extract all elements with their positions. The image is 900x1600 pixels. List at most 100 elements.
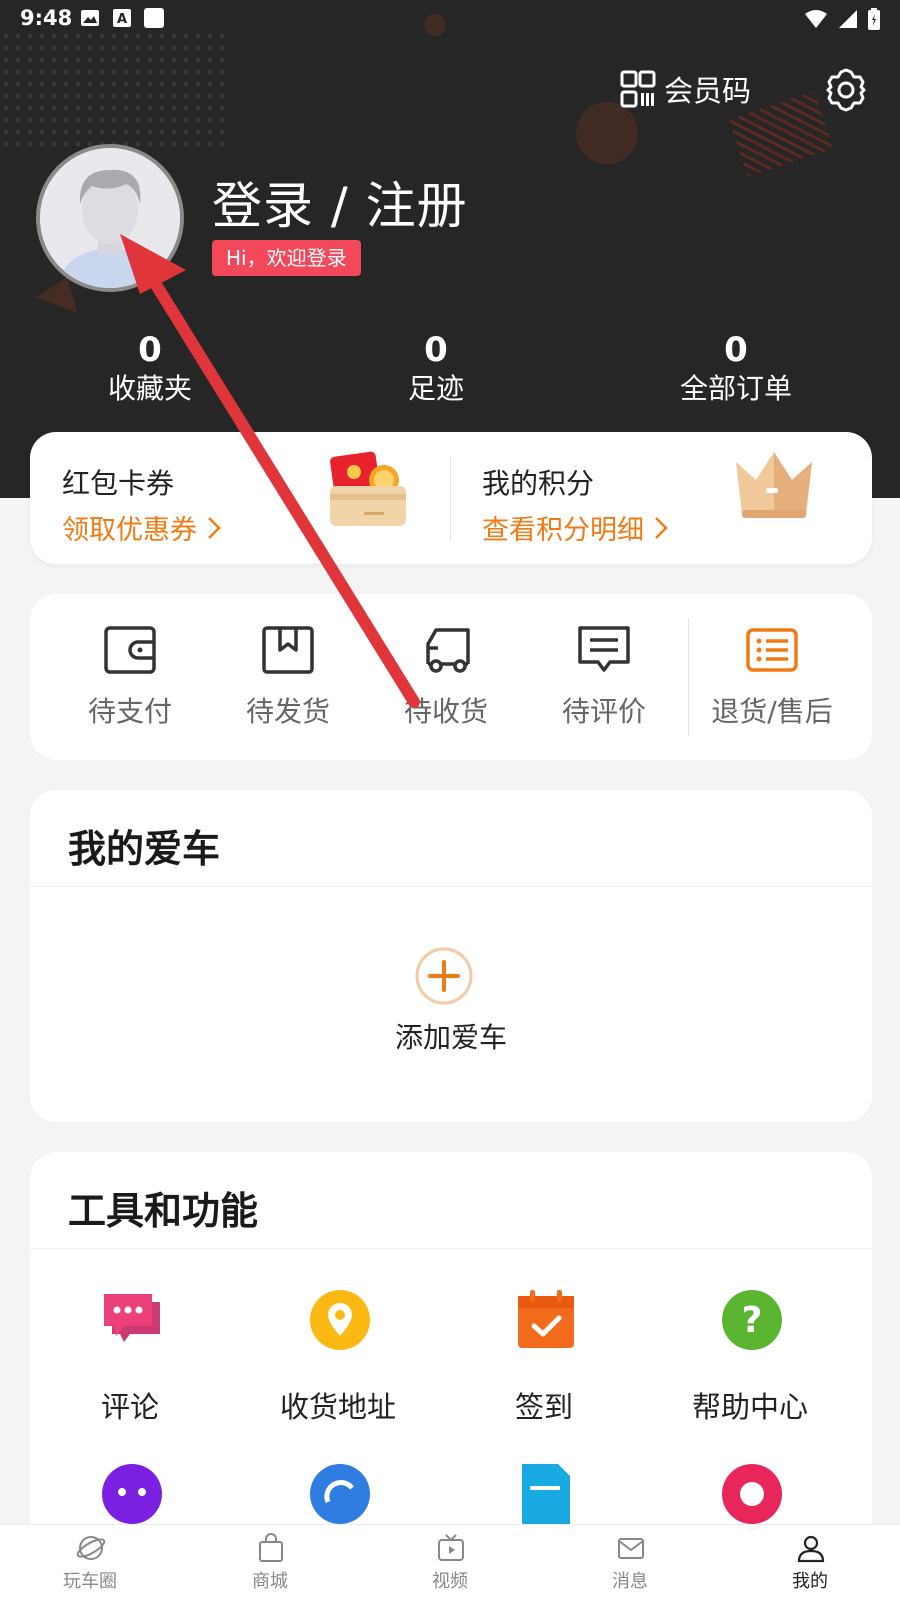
add-car-label[interactable]: 添加爱车 (30, 1016, 872, 1056)
tab-mall[interactable]: 商城 (210, 1525, 330, 1600)
coupons-entry[interactable]: 红包卡券 领取优惠券 (30, 432, 450, 564)
orders-card: 待支付 待发货 待收货 待评价 退货/售后 (30, 594, 872, 760)
member-code-button[interactable]: 会员码 (620, 68, 751, 110)
tab-messages[interactable]: 消息 (570, 1525, 690, 1600)
orders-divider (688, 618, 689, 736)
status-time: 9:48 (20, 6, 73, 30)
points-link-label: 查看积分明细 (482, 515, 644, 546)
system-status-icons (804, 8, 880, 30)
section-divider (30, 886, 872, 887)
tab-label: 消息 (612, 1571, 648, 1592)
tab-video[interactable]: 视频 (390, 1525, 510, 1600)
location-icon (310, 1290, 370, 1350)
wallet-icon (104, 626, 156, 674)
chevron-right-icon (208, 516, 221, 539)
list-icon (746, 628, 798, 672)
truck-icon (426, 628, 470, 673)
tool-label: 签到 (514, 1390, 573, 1424)
speedometer-icon[interactable] (308, 1462, 372, 1526)
tab-label: 我的 (792, 1571, 828, 1592)
bottom-tab-bar: 玩车圈 商城 视频 消息 我的 (0, 1524, 900, 1600)
image-notification-icon (80, 8, 100, 28)
chat-icon (104, 1294, 160, 1342)
svg-text:A: A (117, 12, 127, 27)
add-car-plus-icon[interactable] (414, 946, 474, 1006)
tab-label: 商城 (252, 1571, 288, 1592)
battery-icon (868, 8, 880, 30)
section-divider (30, 1248, 872, 1249)
stat-value: 0 (724, 330, 748, 370)
order-returns-after-sales[interactable]: 退货/售后 (692, 594, 852, 760)
aperture-icon[interactable] (720, 1462, 784, 1526)
wallet-card: 红包卡券 领取优惠券 我的积分 查看积分明细 (30, 432, 872, 564)
member-code-label: 会员码 (664, 74, 752, 108)
person-icon (797, 1535, 825, 1563)
tool-help-center[interactable]: ? 帮助中心 (650, 1288, 850, 1428)
order-label: 待评价 (561, 695, 646, 728)
default-avatar-image (40, 148, 180, 288)
welcome-badge: Hi，欢迎登录 (212, 240, 361, 276)
points-title: 我的积分 (482, 467, 595, 500)
stats-row: 0 收藏夹 0 足迹 0 全部订单 (0, 330, 900, 410)
stat-value: 0 (424, 330, 448, 370)
qr-code-icon (620, 70, 656, 108)
login-register-title[interactable]: 登录 / 注册 (212, 166, 468, 238)
tab-label: 玩车圈 (63, 1571, 117, 1592)
stat-label: 全部订单 (679, 372, 792, 405)
chevron-right-icon (655, 516, 668, 539)
stat-value: 0 (138, 330, 162, 370)
stat-footprints[interactable]: 0 足迹 (346, 330, 526, 408)
coupons-link[interactable]: 领取优惠券 (62, 508, 221, 547)
notification-icons: A (80, 8, 164, 28)
shopping-bag-icon (259, 1533, 283, 1562)
signal-icon (839, 10, 857, 28)
tool-label: 收货地址 (279, 1390, 396, 1424)
order-pending-review[interactable]: 待评价 (524, 594, 684, 760)
tool-label: 评论 (100, 1390, 159, 1424)
status-bar: 9:48 A (0, 0, 900, 36)
tv-icon (438, 1534, 464, 1561)
robot-icon[interactable] (100, 1462, 164, 1526)
coupons-title: 红包卡券 (62, 467, 175, 500)
tools-title: 工具和功能 (68, 1189, 259, 1233)
avatar[interactable] (36, 144, 184, 292)
header-decoration-dots (0, 30, 230, 150)
planet-icon (76, 1536, 106, 1560)
help-icon: ? (722, 1290, 782, 1350)
stat-label: 收藏夹 (107, 372, 192, 405)
order-label: 待支付 (87, 695, 172, 728)
stat-all-orders[interactable]: 0 全部订单 (646, 330, 826, 408)
svg-text:?: ? (742, 1300, 763, 1341)
red-envelope-coupon-icon (330, 451, 406, 526)
order-label: 退货/售后 (711, 695, 833, 728)
crown-points-icon (736, 452, 812, 518)
document-icon[interactable] (514, 1462, 578, 1526)
coupons-link-label: 领取优惠券 (62, 515, 197, 546)
order-pending-shipment[interactable]: 待发货 (208, 594, 368, 760)
tab-label: 视频 (432, 1571, 468, 1592)
stat-favorites[interactable]: 0 收藏夹 (60, 330, 240, 408)
stat-label: 足迹 (407, 372, 464, 405)
tool-label: 帮助中心 (691, 1390, 808, 1424)
points-link[interactable]: 查看积分明细 (482, 508, 668, 547)
tool-comments[interactable]: 评论 (30, 1288, 230, 1428)
comment-icon (578, 626, 630, 672)
app-notification-icon (144, 8, 164, 28)
tool-check-in[interactable]: 签到 (444, 1288, 644, 1428)
settings-button[interactable] (822, 66, 870, 114)
header-decoration-circle (576, 102, 638, 164)
points-entry[interactable]: 我的积分 查看积分明细 (450, 432, 870, 564)
wifi-icon (805, 10, 827, 28)
tab-car-circle[interactable]: 玩车圈 (30, 1525, 150, 1600)
order-label: 待发货 (245, 695, 330, 728)
tab-mine[interactable]: 我的 (750, 1525, 870, 1600)
gear-icon (826, 68, 866, 112)
mail-icon (618, 1538, 644, 1559)
my-car-title: 我的爱车 (68, 827, 221, 871)
order-pending-receipt[interactable]: 待收货 (366, 594, 526, 760)
tool-shipping-address[interactable]: 收货地址 (238, 1288, 438, 1428)
order-pending-payment[interactable]: 待支付 (50, 594, 210, 760)
my-car-card: 我的爱车 添加爱车 (30, 790, 872, 1122)
order-label: 待收货 (403, 695, 488, 728)
calendar-check-icon (518, 1290, 574, 1348)
